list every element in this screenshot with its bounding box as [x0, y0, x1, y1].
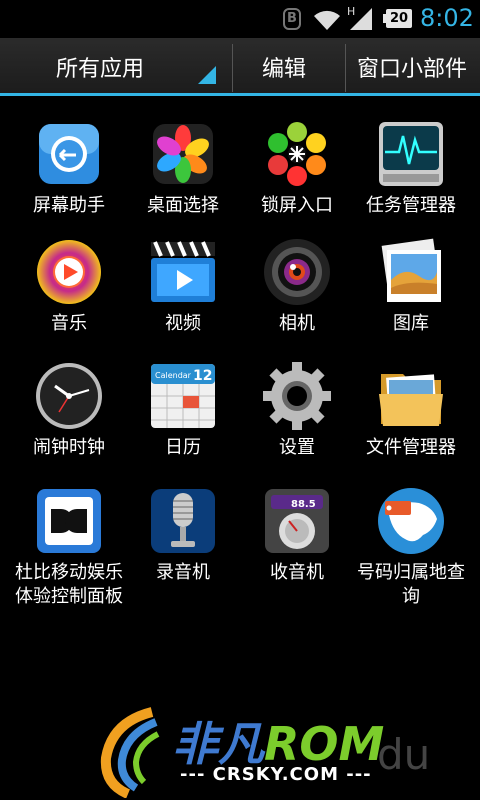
- app-label: 收音机: [270, 562, 324, 583]
- tab-divider: [345, 44, 346, 92]
- app-label: 录音机: [156, 562, 210, 583]
- screen-assistant-icon: [39, 124, 99, 184]
- video-icon: [151, 241, 215, 302]
- app-label: 闹钟时钟: [33, 437, 105, 458]
- tab-edit[interactable]: 编辑: [262, 38, 306, 93]
- music-icon: [37, 240, 101, 304]
- app-label: 设置: [279, 437, 315, 458]
- app-label: 桌面选择: [147, 195, 219, 216]
- app-drawer-tab-bar: 所有应用 编辑 窗口小部件: [0, 38, 480, 96]
- wifi-icon: [314, 10, 340, 30]
- app-label: 日历: [165, 437, 201, 458]
- dolby-icon: [37, 489, 101, 553]
- signal-icon: H: [347, 5, 372, 30]
- tab-divider: [232, 44, 233, 92]
- app-label: 文件管理器: [366, 437, 456, 458]
- app-label: 号码归属地查询: [357, 562, 465, 607]
- calendar-header-text: Calendar: [155, 371, 192, 380]
- app-label: 视频: [165, 313, 201, 334]
- app-label: 锁屏入口: [261, 195, 333, 216]
- camera-icon: [264, 239, 330, 305]
- app-label: 杜比移动娱乐体验控制面板: [15, 562, 123, 607]
- file-manager-icon: [379, 374, 443, 426]
- number-location-icon: [378, 488, 444, 554]
- recorder-icon: [151, 489, 215, 553]
- task-manager-icon: [379, 122, 443, 186]
- battery-icon: 20: [383, 9, 412, 28]
- app-label: 任务管理器: [366, 195, 456, 216]
- b-notification-icon: B: [283, 8, 301, 30]
- watermark-url: --- CRSKY.COM ---: [180, 764, 372, 785]
- watermark-brand-rom: ROM: [264, 717, 385, 771]
- radio-frequency-text: 88.5: [291, 499, 316, 510]
- calendar-icon: Calendar 12: [151, 364, 215, 428]
- watermark-swirl-icon: [100, 707, 160, 798]
- dropdown-indicator-icon[interactable]: [198, 66, 216, 84]
- launcher-picker-icon: [153, 124, 213, 184]
- app-label: 音乐: [51, 313, 87, 334]
- watermark-du: du: [377, 730, 431, 779]
- calendar-day-text: 12: [193, 368, 212, 384]
- app-label: 图库: [393, 313, 429, 334]
- tab-widgets[interactable]: 窗口小部件: [357, 38, 467, 93]
- status-bar: B H 20 8:02: [0, 0, 480, 38]
- network-type-label: H: [347, 5, 355, 18]
- settings-icon: [263, 362, 331, 430]
- radio-icon: 88.5: [265, 489, 329, 553]
- app-label: 屏幕助手: [33, 195, 105, 216]
- app-label: 相机: [279, 313, 315, 334]
- lockscreen-icon: [268, 122, 326, 186]
- clock-icon: [36, 363, 102, 429]
- watermark-logo: 非凡ROM --- CRSKY.COM --- du: [92, 700, 452, 800]
- clock-time: 8:02: [420, 4, 474, 32]
- tab-all-apps[interactable]: 所有应用: [56, 38, 144, 93]
- watermark-brand-cn: 非凡: [172, 717, 264, 771]
- gallery-icon: [381, 238, 441, 302]
